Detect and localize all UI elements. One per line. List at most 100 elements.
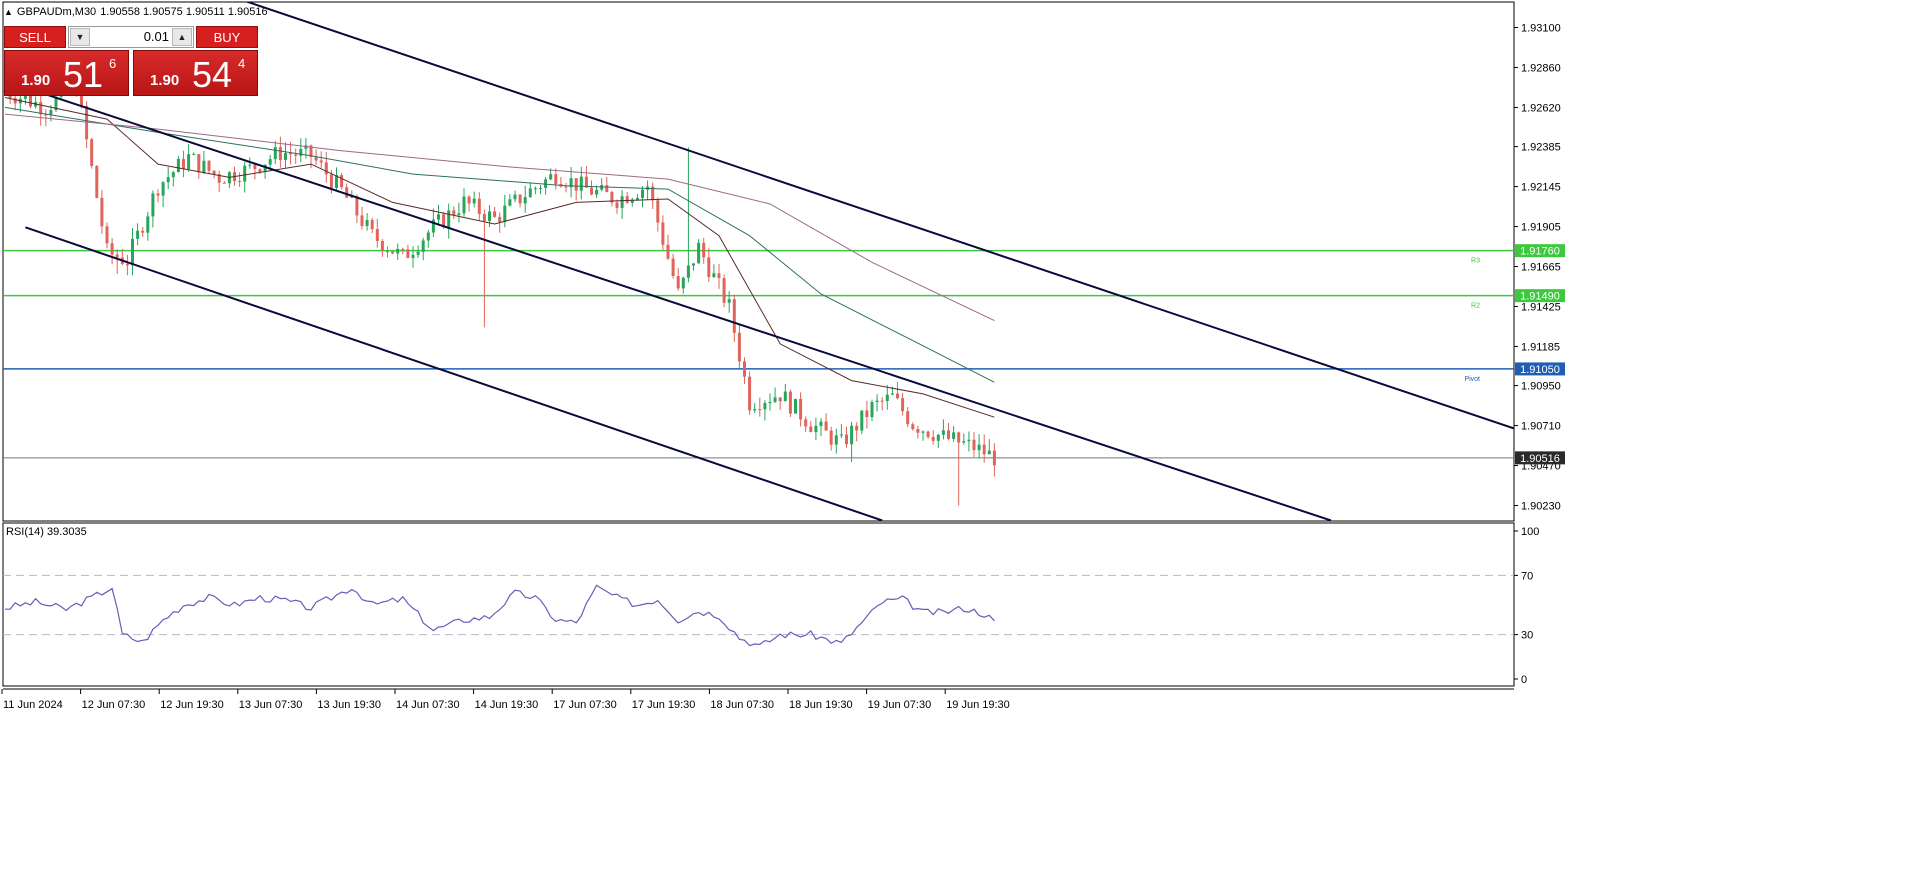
lot-size-input[interactable]: 0.01 <box>91 27 169 47</box>
candle-body <box>151 193 155 217</box>
price-axis-label: 1.92145 <box>1521 182 1561 194</box>
candle-body <box>717 273 721 279</box>
price-axis-label: 1.93100 <box>1521 23 1561 35</box>
buy-button[interactable]: BUY <box>196 26 258 48</box>
candle-body <box>319 160 323 163</box>
price-badge-label: 1.91760 <box>1520 246 1560 258</box>
candle-body <box>182 158 185 170</box>
price-badge-label: 1.91490 <box>1520 291 1560 303</box>
time-axis-label: 12 Jun 19:30 <box>160 699 224 711</box>
candle-body <box>814 425 818 433</box>
rsi-axis-label: 30 <box>1521 630 1533 642</box>
time-axis-label: 14 Jun 19:30 <box>475 699 539 711</box>
candle-body <box>855 425 859 431</box>
candle-body <box>707 257 711 277</box>
candle-body <box>156 193 160 196</box>
candle-body <box>620 196 624 208</box>
candle-body <box>161 182 165 196</box>
candle-body <box>870 402 874 418</box>
candle-body <box>809 426 813 433</box>
candle-body <box>360 215 364 227</box>
rsi-panel[interactable] <box>2 522 1515 687</box>
buy-price-prefix: 1.90 <box>150 72 180 89</box>
candle-body <box>437 214 440 220</box>
candle-body <box>197 154 201 173</box>
level-tag-r2: R2 <box>1471 303 1480 310</box>
candle-body <box>839 434 843 436</box>
candle-body <box>957 432 961 443</box>
candle-body <box>977 444 981 451</box>
candle-body <box>972 439 976 451</box>
triangle-up-icon[interactable]: ▲ <box>4 7 13 17</box>
candle-body <box>590 187 593 195</box>
candle-body <box>171 172 175 178</box>
time-axis-label: 17 Jun 19:30 <box>632 699 696 711</box>
candle-body <box>896 393 899 399</box>
price-axis-label: 1.91185 <box>1521 341 1560 353</box>
candle-body <box>890 393 894 395</box>
candle-body <box>753 409 757 411</box>
candle-body <box>982 444 986 455</box>
candle-body <box>936 434 940 441</box>
candle-body <box>727 299 731 303</box>
candle-body <box>396 248 400 254</box>
candle-body <box>539 187 542 189</box>
sell-button[interactable]: SELL <box>4 26 66 48</box>
candle-body <box>329 174 333 189</box>
candle-body <box>941 430 945 435</box>
candle-body <box>768 401 772 404</box>
candle-body <box>656 200 660 223</box>
candle-body <box>462 196 466 214</box>
arrow-down-icon[interactable]: ▼ <box>70 28 90 46</box>
time-axis-label: 11 Jun 2024 <box>3 699 63 711</box>
price-axis-label: 1.91905 <box>1521 222 1561 234</box>
candle-body <box>743 361 746 377</box>
sell-price-tile[interactable]: 1.90 51 6 <box>4 50 129 96</box>
candle-body <box>447 210 451 228</box>
candle-body <box>712 273 716 277</box>
candle-body <box>758 409 762 411</box>
rsi-axis-label: 0 <box>1521 674 1527 686</box>
candle-body <box>380 240 384 252</box>
candle-body <box>513 194 517 200</box>
candle-body <box>641 189 644 198</box>
candle-body <box>962 441 966 443</box>
candle-body <box>488 211 491 221</box>
arrow-up-icon[interactable]: ▲ <box>172 28 192 46</box>
sell-price-prefix: 1.90 <box>21 72 51 89</box>
time-axis-label: 18 Jun 19:30 <box>789 699 853 711</box>
buy-price-tile[interactable]: 1.90 54 4 <box>133 50 258 96</box>
level-tag-r3: R3 <box>1471 258 1480 265</box>
candle-body <box>901 398 905 412</box>
candle-body <box>799 398 803 420</box>
candle-body <box>850 425 854 445</box>
candle-body <box>125 263 129 266</box>
candle-body <box>794 398 797 414</box>
candle-body <box>136 230 140 239</box>
candle-body <box>100 197 104 227</box>
candle-body <box>661 222 665 245</box>
candle-body <box>615 202 619 208</box>
candle-body <box>503 205 507 223</box>
rsi-axis-label: 70 <box>1521 570 1533 582</box>
trading-chart[interactable]: 1.93100 1.92860 1.92620 1.92385 1.92145 1.919… <box>0 0 1916 874</box>
candle-body <box>916 429 920 433</box>
candle-body <box>278 147 282 161</box>
candle-body <box>187 154 191 170</box>
lot-size-stepper[interactable]: ▼ 0.01 ▲ <box>68 26 194 48</box>
candle-body <box>406 249 410 258</box>
price-axis-label: 1.92860 <box>1521 62 1561 74</box>
candle-body <box>243 165 247 182</box>
candle-body <box>212 170 216 175</box>
candle-body <box>401 248 405 250</box>
price-axis-label: 1.90230 <box>1521 501 1561 513</box>
candle-body <box>141 230 145 233</box>
candle-body <box>732 299 736 333</box>
candle-body <box>804 419 808 427</box>
candle-body <box>13 97 17 104</box>
candle-body <box>824 421 828 431</box>
candle-body <box>115 254 119 258</box>
candle-body <box>345 187 349 198</box>
chart-canvas[interactable]: 1.93100 1.92860 1.92620 1.92385 1.92145 1.919… <box>0 0 1916 874</box>
symbol-header: ▲ GBPAUDm,M30 1.90558 1.90575 1.90511 1.… <box>4 4 268 20</box>
